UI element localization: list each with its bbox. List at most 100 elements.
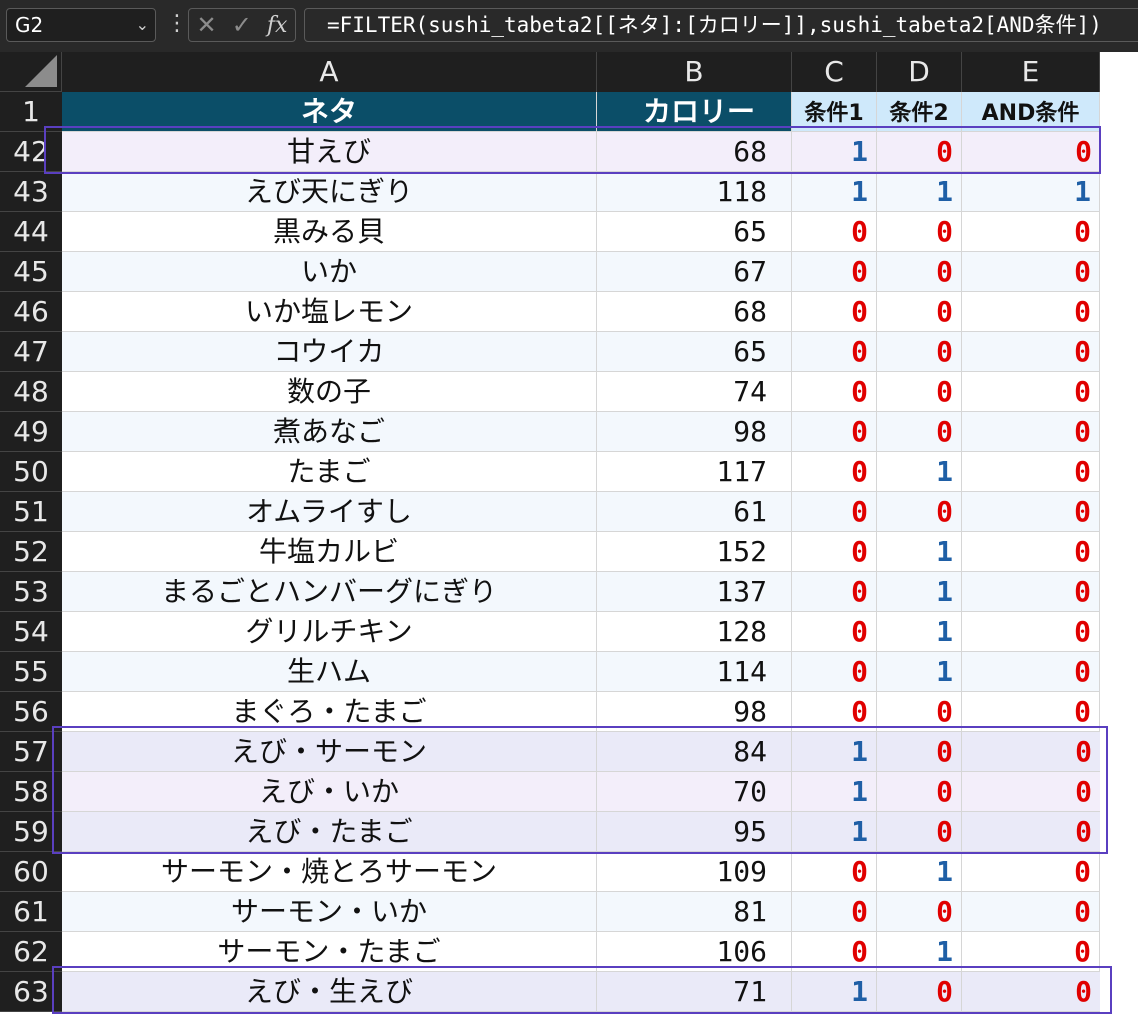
table-cell-c1[interactable]: 0	[792, 852, 877, 892]
select-all-corner[interactable]	[0, 52, 62, 92]
table-cell-c2[interactable]: 0	[877, 212, 962, 252]
more-options-icon[interactable]: ⋮	[166, 8, 188, 40]
row-header[interactable]: 50	[0, 452, 62, 492]
row-header[interactable]: 53	[0, 572, 62, 612]
table-cell-and[interactable]: 0	[962, 452, 1100, 492]
table-cell-c2[interactable]: 1	[877, 172, 962, 212]
table-cell-c1[interactable]: 0	[792, 452, 877, 492]
table-header-cell[interactable]: ネタ	[62, 92, 597, 132]
table-cell-name[interactable]: いか塩レモン	[62, 292, 597, 332]
table-cell-and[interactable]: 0	[962, 732, 1100, 772]
table-cell-cal[interactable]: 65	[597, 332, 792, 372]
table-cell-c1[interactable]: 0	[792, 572, 877, 612]
table-cell-name[interactable]: サーモン・焼とろサーモン	[62, 852, 597, 892]
table-cell-cal[interactable]: 117	[597, 452, 792, 492]
table-cell-cal[interactable]: 84	[597, 732, 792, 772]
table-cell-c2[interactable]: 0	[877, 372, 962, 412]
table-cell-cal[interactable]: 106	[597, 932, 792, 972]
row-header[interactable]: 61	[0, 892, 62, 932]
table-cell-c1[interactable]: 0	[792, 652, 877, 692]
table-cell-and[interactable]: 0	[962, 332, 1100, 372]
table-cell-cal[interactable]: 98	[597, 692, 792, 732]
row-header[interactable]: 51	[0, 492, 62, 532]
table-cell-c1[interactable]: 0	[792, 692, 877, 732]
table-cell-cal[interactable]: 109	[597, 852, 792, 892]
table-cell-cal[interactable]: 152	[597, 532, 792, 572]
row-header[interactable]: 45	[0, 252, 62, 292]
table-cell-c1[interactable]: 0	[792, 412, 877, 452]
table-cell-name[interactable]: オムライすし	[62, 492, 597, 532]
table-cell-and[interactable]: 0	[962, 612, 1100, 652]
table-cell-c1[interactable]: 0	[792, 492, 877, 532]
table-cell-and[interactable]: 1	[962, 172, 1100, 212]
table-cell-c1[interactable]: 0	[792, 372, 877, 412]
table-cell-name[interactable]: えび・いか	[62, 772, 597, 812]
table-cell-c2[interactable]: 1	[877, 932, 962, 972]
table-cell-c1[interactable]: 0	[792, 612, 877, 652]
table-cell-c1[interactable]: 1	[792, 732, 877, 772]
table-cell-and[interactable]: 0	[962, 812, 1100, 852]
table-cell-and[interactable]: 0	[962, 492, 1100, 532]
row-header[interactable]: 44	[0, 212, 62, 252]
table-cell-cal[interactable]: 70	[597, 772, 792, 812]
table-cell-c2[interactable]: 0	[877, 772, 962, 812]
table-cell-c2[interactable]: 0	[877, 972, 962, 1012]
row-header[interactable]: 56	[0, 692, 62, 732]
table-cell-name[interactable]: えび天にぎり	[62, 172, 597, 212]
table-cell-name[interactable]: いか	[62, 252, 597, 292]
table-header-cell[interactable]: 条件1	[792, 92, 877, 132]
table-cell-cal[interactable]: 68	[597, 292, 792, 332]
table-cell-cal[interactable]: 81	[597, 892, 792, 932]
table-cell-and[interactable]: 0	[962, 532, 1100, 572]
table-cell-c2[interactable]: 0	[877, 332, 962, 372]
table-cell-name[interactable]: たまご	[62, 452, 597, 492]
row-header[interactable]: 57	[0, 732, 62, 772]
column-header-c[interactable]: C	[792, 52, 877, 92]
table-cell-and[interactable]: 0	[962, 852, 1100, 892]
table-cell-cal[interactable]: 98	[597, 412, 792, 452]
table-cell-c2[interactable]: 0	[877, 292, 962, 332]
table-header-cell[interactable]: カロリー	[597, 92, 792, 132]
table-cell-and[interactable]: 0	[962, 652, 1100, 692]
table-cell-c1[interactable]: 0	[792, 292, 877, 332]
table-cell-and[interactable]: 0	[962, 132, 1100, 172]
table-header-cell[interactable]: 条件2	[877, 92, 962, 132]
worksheet-grid[interactable]: A B C D E 1 ネタ カロリー 条件1 条件2 AND条件 42 甘えび 68 1 0 0 43 えび天にぎ…	[0, 52, 1138, 1025]
table-cell-cal[interactable]: 74	[597, 372, 792, 412]
row-header[interactable]: 54	[0, 612, 62, 652]
row-header[interactable]: 47	[0, 332, 62, 372]
row-header[interactable]: 1	[0, 92, 62, 132]
table-cell-c1[interactable]: 0	[792, 892, 877, 932]
table-header-cell[interactable]: AND条件	[962, 92, 1100, 132]
table-cell-c2[interactable]: 1	[877, 452, 962, 492]
enter-icon[interactable]: ✓	[232, 11, 252, 39]
table-cell-name[interactable]: 数の子	[62, 372, 597, 412]
table-cell-name[interactable]: サーモン・たまご	[62, 932, 597, 972]
table-cell-cal[interactable]: 118	[597, 172, 792, 212]
column-header-b[interactable]: B	[597, 52, 792, 92]
chevron-down-icon[interactable]: ⌄	[136, 9, 149, 41]
table-cell-c2[interactable]: 1	[877, 652, 962, 692]
table-cell-cal[interactable]: 137	[597, 572, 792, 612]
table-cell-c2[interactable]: 1	[877, 572, 962, 612]
table-cell-cal[interactable]: 114	[597, 652, 792, 692]
column-header-a[interactable]: A	[62, 52, 597, 92]
table-cell-and[interactable]: 0	[962, 972, 1100, 1012]
table-cell-c2[interactable]: 1	[877, 852, 962, 892]
table-cell-c1[interactable]: 1	[792, 172, 877, 212]
table-cell-name[interactable]: まるごとハンバーグにぎり	[62, 572, 597, 612]
table-cell-and[interactable]: 0	[962, 892, 1100, 932]
table-cell-name[interactable]: サーモン・いか	[62, 892, 597, 932]
row-header[interactable]: 59	[0, 812, 62, 852]
table-cell-cal[interactable]: 61	[597, 492, 792, 532]
table-cell-c1[interactable]: 0	[792, 932, 877, 972]
table-cell-cal[interactable]: 67	[597, 252, 792, 292]
table-cell-and[interactable]: 0	[962, 692, 1100, 732]
table-cell-name[interactable]: 生ハム	[62, 652, 597, 692]
cancel-icon[interactable]: ✕	[197, 11, 217, 39]
table-cell-c1[interactable]: 1	[792, 812, 877, 852]
table-cell-name[interactable]: まぐろ・たまご	[62, 692, 597, 732]
table-cell-and[interactable]: 0	[962, 572, 1100, 612]
table-cell-name[interactable]: 煮あなご	[62, 412, 597, 452]
row-header[interactable]: 55	[0, 652, 62, 692]
